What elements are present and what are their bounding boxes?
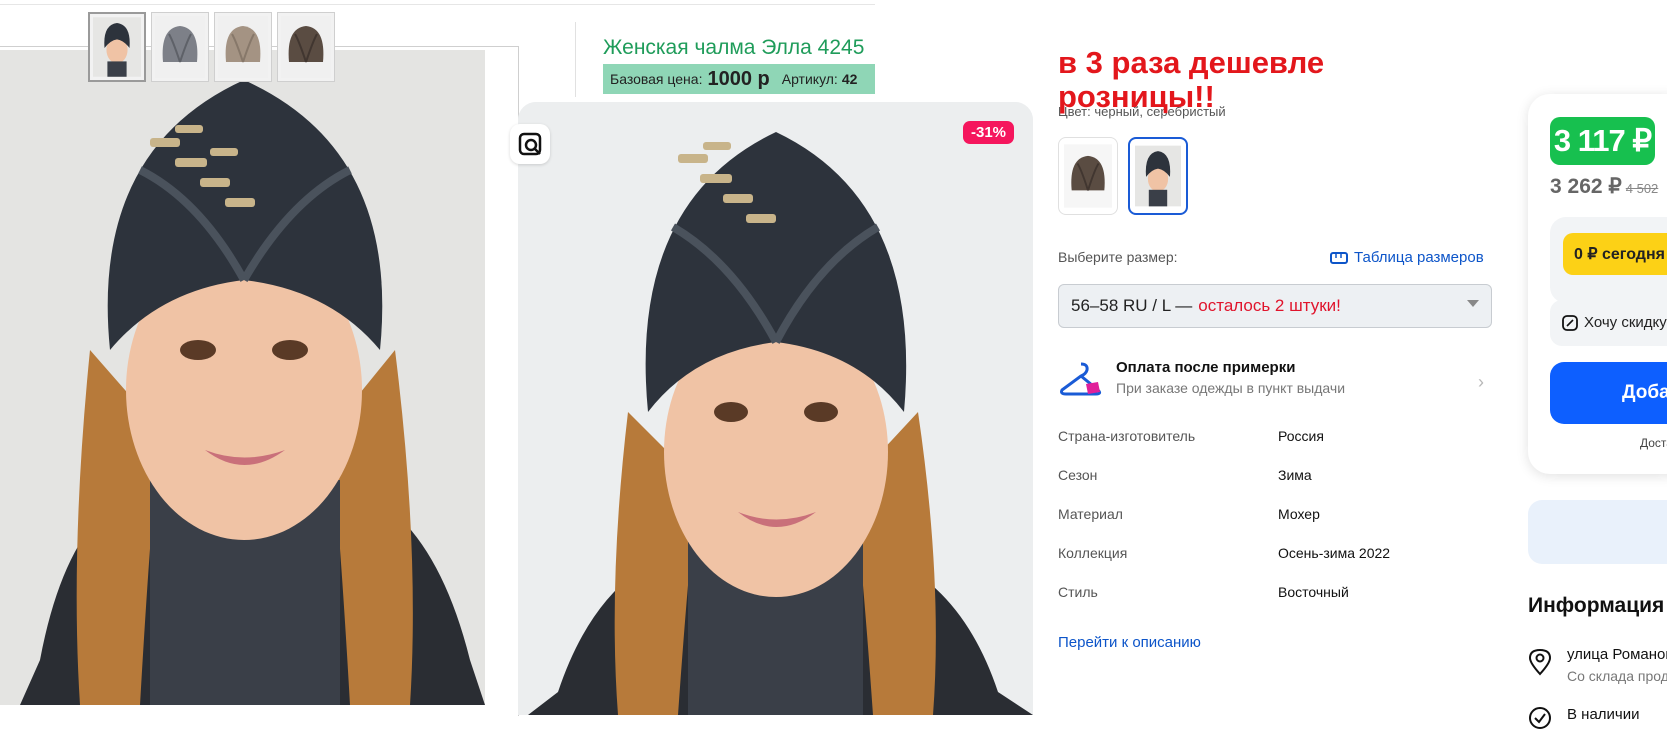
add-to-cart-button[interactable]: Добавить xyxy=(1550,362,1667,424)
spec-key: Сезон xyxy=(1058,467,1098,483)
size-stock-warning: осталось 2 штуки! xyxy=(1198,296,1341,315)
spec-row: Сезон Зима xyxy=(1058,467,1478,506)
discount-icon xyxy=(1562,314,1578,331)
spec-row: Коллекция Осень-зима 2022 xyxy=(1058,545,1478,584)
variant-brown[interactable] xyxy=(1058,137,1118,215)
go-to-description-link[interactable]: Перейти к описанию xyxy=(1058,634,1201,651)
info-heading: Информация xyxy=(1528,594,1665,617)
delivery-label: Доставка xyxy=(1640,436,1667,450)
spec-row: Стиль Восточный xyxy=(1058,584,1478,623)
thumbnail-grey[interactable] xyxy=(151,12,209,82)
location-pin-icon xyxy=(1528,648,1552,681)
check-circle-icon xyxy=(1528,706,1552,735)
chevron-right-icon: › xyxy=(1478,372,1484,392)
zoom-button[interactable] xyxy=(510,124,550,164)
thumbnail-brown[interactable] xyxy=(277,12,335,82)
magnifier-icon xyxy=(518,132,542,156)
size-table-link[interactable]: Таблица размеров xyxy=(1330,249,1484,266)
spec-value: Осень-зима 2022 xyxy=(1278,545,1391,561)
spec-key: Коллекция xyxy=(1058,545,1128,561)
spec-row: Материал Мохер xyxy=(1058,506,1478,545)
spec-value: Восточный xyxy=(1278,584,1349,600)
variant-black-selected[interactable] xyxy=(1128,137,1188,215)
pickup-address-sub: Со склада продавца xyxy=(1567,668,1667,684)
hanger-icon xyxy=(1060,362,1102,396)
article-value: 42 xyxy=(841,71,858,87)
pay-after-fitting-row[interactable]: Оплата после примерки При заказе одежды … xyxy=(1058,356,1492,404)
promo-overlay-text: в 3 раза дешевле розницы!! xyxy=(1058,45,1325,114)
ruler-icon xyxy=(1330,251,1348,264)
pickup-address[interactable]: улица Романова xyxy=(1567,646,1667,663)
discount-badge: -31% xyxy=(963,121,1015,144)
promo-info-box xyxy=(1528,500,1667,564)
spec-row: Страна-изготовитель Россия xyxy=(1058,428,1478,467)
old-price: 4 502 xyxy=(1625,181,1659,196)
base-price-label: Базовая цена: xyxy=(610,71,703,87)
want-discount-label: Хочу скидку xyxy=(1584,314,1667,331)
article-label: Артикул: xyxy=(781,71,838,87)
pay-today-button[interactable]: 0 ₽ сегодня xyxy=(1563,233,1667,275)
pay-after-title: Оплата после примерки xyxy=(1116,359,1296,376)
thumbnail-beige[interactable] xyxy=(214,12,272,82)
spec-key: Стиль xyxy=(1058,584,1098,600)
size-prompt: Выберите размер: xyxy=(1058,249,1178,265)
pay-after-subtitle: При заказе одежды в пункт выдачи xyxy=(1116,380,1346,396)
spec-key: Материал xyxy=(1058,506,1123,522)
wallet-price: 3 262 ₽4 502 xyxy=(1550,174,1658,199)
supplier-product-title[interactable]: Женская чалма Элла 4245 xyxy=(603,36,875,60)
spec-value-link[interactable]: Россия xyxy=(1278,428,1324,444)
size-table-label: Таблица размеров xyxy=(1354,249,1484,266)
base-price-value: 1000 р xyxy=(707,67,770,90)
spec-value-link[interactable]: Зима xyxy=(1278,467,1312,483)
size-select[interactable]: 56–58 RU / L — осталось 2 штуки! xyxy=(1058,284,1492,328)
thumbnail-model[interactable] xyxy=(88,12,146,82)
spec-key: Страна-изготовитель xyxy=(1058,428,1196,444)
size-selected-value: 56–58 RU / L — xyxy=(1071,296,1193,315)
price-badge: 3 117 ₽ xyxy=(1550,117,1655,165)
chevron-down-icon xyxy=(1467,300,1479,307)
marketplace-main-photo[interactable] xyxy=(518,102,1033,715)
supplier-price-bar: Базовая цена: 1000 р Артикул: 42 xyxy=(603,64,875,94)
want-discount-link[interactable]: Хочу скидку xyxy=(1562,314,1667,331)
top-divider xyxy=(0,4,875,5)
specs-list: Страна-изготовитель Россия Сезон Зима Ма… xyxy=(1058,428,1478,623)
supplier-main-photo xyxy=(0,50,485,705)
spec-value: Мохер xyxy=(1278,506,1320,522)
wallet-price-value: 3 262 ₽ xyxy=(1550,175,1622,198)
supplier-thumbnails xyxy=(88,12,335,82)
supplier-divider xyxy=(575,22,576,97)
